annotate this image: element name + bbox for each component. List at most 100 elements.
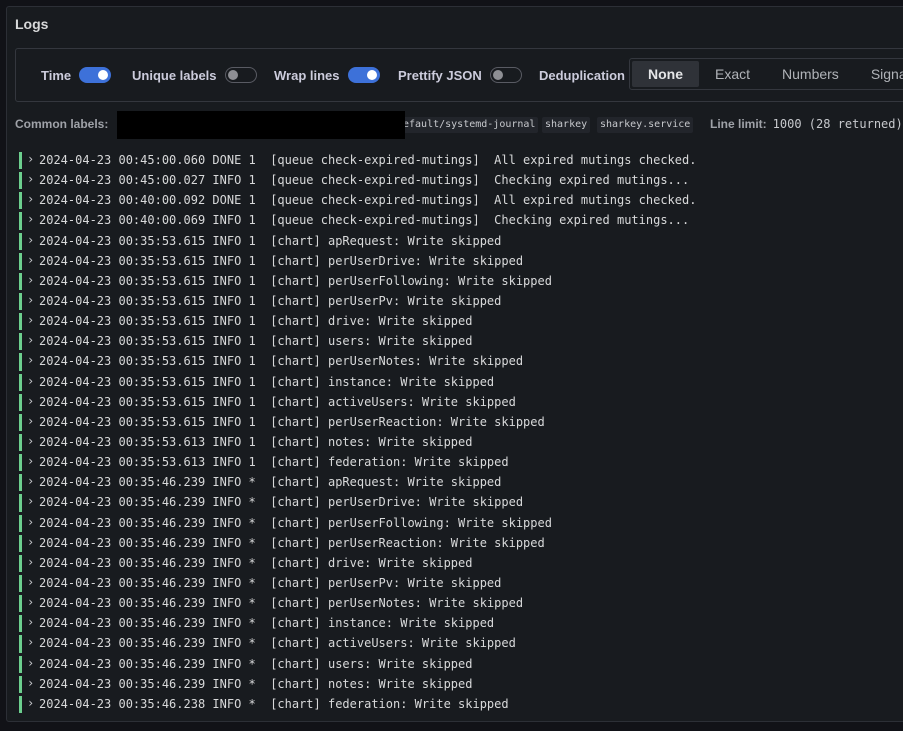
dedup-exact-option[interactable]: Exact xyxy=(699,61,766,87)
expand-chevron-icon[interactable]: › xyxy=(27,372,34,392)
expand-chevron-icon[interactable]: › xyxy=(27,190,34,210)
log-line-text: 2024-04-23 00:35:46.239 INFO * [chart] a… xyxy=(39,475,502,490)
dedup-signature-option[interactable]: Signature xyxy=(855,61,903,87)
log-row[interactable]: › 2024-04-23 00:35:53.615 INFO 1 [chart] … xyxy=(19,311,899,331)
log-level-bar xyxy=(19,635,22,653)
log-line-text: 2024-04-23 00:35:53.615 INFO 1 [chart] a… xyxy=(39,394,516,409)
log-row[interactable]: › 2024-04-23 00:35:46.239 INFO * [chart] … xyxy=(19,633,899,653)
expand-chevron-icon[interactable]: › xyxy=(27,150,34,170)
log-line-text: 2024-04-23 00:35:46.239 INFO * [chart] p… xyxy=(39,575,502,590)
log-line-text: 2024-04-23 00:35:46.239 INFO * [chart] p… xyxy=(39,596,524,611)
log-level-bar xyxy=(19,615,22,633)
expand-chevron-icon[interactable]: › xyxy=(27,492,34,512)
line-limit-value: 1000 (28 returned) xyxy=(772,117,903,131)
expand-chevron-icon[interactable]: › xyxy=(27,251,34,271)
log-level-bar xyxy=(19,554,22,572)
expand-chevron-icon[interactable]: › xyxy=(27,170,34,190)
expand-chevron-icon[interactable]: › xyxy=(27,573,34,593)
unique-labels-label: Unique labels xyxy=(132,67,217,83)
log-line-text: 2024-04-23 00:35:46.239 INFO * [chart] i… xyxy=(39,616,495,631)
log-line-text: 2024-04-23 00:35:46.239 INFO * [chart] p… xyxy=(39,515,552,530)
unique-labels-toggle[interactable] xyxy=(224,67,257,83)
expand-chevron-icon[interactable]: › xyxy=(27,432,34,452)
expand-chevron-icon[interactable]: › xyxy=(27,513,34,533)
prettify-json-option: Prettify JSON xyxy=(398,49,522,101)
log-row[interactable]: › 2024-04-23 00:35:53.615 INFO 1 [chart] … xyxy=(19,412,899,432)
log-row[interactable]: › 2024-04-23 00:35:46.239 INFO * [chart] … xyxy=(19,492,899,512)
log-row[interactable]: › 2024-04-23 00:35:53.613 INFO 1 [chart] … xyxy=(19,452,899,472)
log-line-text: 2024-04-23 00:35:53.615 INFO 1 [chart] p… xyxy=(39,273,552,288)
prettify-json-toggle[interactable] xyxy=(489,67,522,83)
log-row[interactable]: › 2024-04-23 00:35:53.613 INFO 1 [chart] … xyxy=(19,432,899,452)
expand-chevron-icon[interactable]: › xyxy=(27,392,34,412)
log-row[interactable]: › 2024-04-23 00:35:46.239 INFO * [chart] … xyxy=(19,533,899,553)
log-row[interactable]: › 2024-04-23 00:35:53.615 INFO 1 [chart] … xyxy=(19,351,899,371)
log-row[interactable]: › 2024-04-23 00:35:46.239 INFO * [chart] … xyxy=(19,654,899,674)
wrap-lines-toggle[interactable] xyxy=(347,67,380,83)
log-row[interactable]: › 2024-04-23 00:35:53.615 INFO 1 [chart] … xyxy=(19,392,899,412)
expand-chevron-icon[interactable]: › xyxy=(27,533,34,553)
dedup-numbers-option[interactable]: Numbers xyxy=(766,61,855,87)
log-level-bar xyxy=(19,655,22,673)
log-level-bar xyxy=(19,574,22,593)
expand-chevron-icon[interactable]: › xyxy=(27,271,34,291)
wrap-lines-label: Wrap lines xyxy=(274,67,340,83)
log-line-text: 2024-04-23 00:35:46.239 INFO * [chart] p… xyxy=(39,535,545,550)
time-option: Time xyxy=(41,49,112,101)
log-level-bar xyxy=(19,313,22,331)
log-row[interactable]: › 2024-04-23 00:35:46.239 INFO * [chart] … xyxy=(19,472,899,492)
log-options-bar: Time Unique labels Wrap lines Prettify J… xyxy=(15,48,903,102)
log-row[interactable]: › 2024-04-23 00:35:53.615 INFO 1 [chart] … xyxy=(19,291,899,311)
log-row[interactable]: › 2024-04-23 00:35:53.615 INFO 1 [chart] … xyxy=(19,372,899,392)
expand-chevron-icon[interactable]: › xyxy=(27,633,34,653)
log-row[interactable]: › 2024-04-23 00:40:00.069 INFO 1 [queue c… xyxy=(19,210,899,230)
log-row[interactable]: › 2024-04-23 00:35:53.615 INFO 1 [chart] … xyxy=(19,271,899,291)
log-line-text: 2024-04-23 00:45:00.060 DONE 1 [queue ch… xyxy=(39,153,697,167)
log-line-text: 2024-04-23 00:35:53.615 INFO 1 [chart] i… xyxy=(39,374,495,389)
log-row[interactable]: › 2024-04-23 00:35:46.239 INFO * [chart] … xyxy=(19,573,899,593)
expand-chevron-icon[interactable]: › xyxy=(27,291,34,311)
time-toggle[interactable] xyxy=(79,67,112,83)
log-line-text: 2024-04-23 00:35:53.615 INFO 1 [chart] p… xyxy=(39,414,545,429)
dedup-none-option[interactable]: None xyxy=(632,61,699,87)
log-list: › 2024-04-23 00:45:00.060 DONE 1 [queue c… xyxy=(19,150,899,714)
expand-chevron-icon[interactable]: › xyxy=(27,311,34,331)
log-row[interactable]: › 2024-04-23 00:35:53.615 INFO 1 [chart] … xyxy=(19,231,899,251)
log-row[interactable]: › 2024-04-23 00:45:00.027 INFO 1 [queue c… xyxy=(19,170,899,190)
expand-chevron-icon[interactable]: › xyxy=(27,613,34,633)
expand-chevron-icon[interactable]: › xyxy=(27,593,34,613)
expand-chevron-icon[interactable]: › xyxy=(27,694,34,714)
log-level-bar xyxy=(19,353,22,371)
expand-chevron-icon[interactable]: › xyxy=(27,452,34,472)
expand-chevron-icon[interactable]: › xyxy=(27,654,34,674)
toggle-knob xyxy=(366,70,377,80)
log-row[interactable]: › 2024-04-23 00:35:46.239 INFO * [chart] … xyxy=(19,553,899,573)
log-level-bar xyxy=(19,494,22,512)
expand-chevron-icon[interactable]: › xyxy=(27,210,34,230)
log-row[interactable]: › 2024-04-23 00:35:46.239 INFO * [chart] … xyxy=(19,674,899,694)
expand-chevron-icon[interactable]: › xyxy=(27,231,34,251)
label-chip: sharkey xyxy=(542,117,591,133)
expand-chevron-icon[interactable]: › xyxy=(27,553,34,573)
expand-chevron-icon[interactable]: › xyxy=(27,351,34,371)
log-level-bar xyxy=(19,454,22,472)
log-row[interactable]: › 2024-04-23 00:35:46.239 INFO * [chart] … xyxy=(19,593,899,613)
log-level-bar xyxy=(19,232,22,250)
log-row[interactable]: › 2024-04-23 00:40:00.092 DONE 1 [queue c… xyxy=(19,190,899,210)
log-row[interactable]: › 2024-04-23 00:35:46.238 INFO * [chart] … xyxy=(19,694,899,714)
log-row[interactable]: › 2024-04-23 00:35:46.239 INFO * [chart] … xyxy=(19,513,899,533)
expand-chevron-icon[interactable]: › xyxy=(27,472,34,492)
log-level-bar xyxy=(19,534,22,552)
expand-chevron-icon[interactable]: › xyxy=(27,412,34,432)
expand-chevron-icon[interactable]: › xyxy=(27,331,34,351)
prettify-json-label: Prettify JSON xyxy=(398,67,482,83)
log-row[interactable]: › 2024-04-23 00:35:53.615 INFO 1 [chart] … xyxy=(19,251,899,271)
log-row[interactable]: › 2024-04-23 00:35:46.239 INFO * [chart] … xyxy=(19,613,899,633)
log-line-text: 2024-04-23 00:35:46.239 INFO * [chart] a… xyxy=(39,636,516,651)
log-level-bar xyxy=(19,514,22,532)
deduplication-option: Deduplication xyxy=(539,49,625,101)
deduplication-label: Deduplication xyxy=(539,67,625,83)
log-row[interactable]: › 2024-04-23 00:35:53.615 INFO 1 [chart] … xyxy=(19,331,899,351)
log-row[interactable]: › 2024-04-23 00:45:00.060 DONE 1 [queue c… xyxy=(19,150,899,170)
expand-chevron-icon[interactable]: › xyxy=(27,674,34,694)
